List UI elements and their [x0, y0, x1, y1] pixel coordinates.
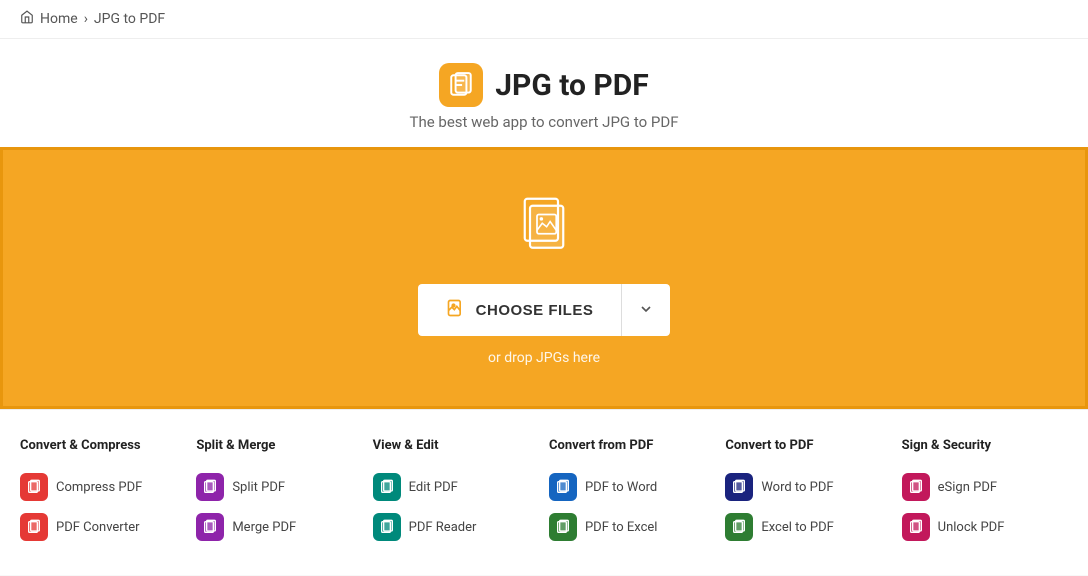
tool-label-3-1: PDF to Excel	[585, 520, 657, 535]
tool-item-1-1[interactable]: Merge PDF	[196, 507, 362, 547]
hero-subtitle: The best web app to convert JPG to PDF	[20, 113, 1068, 131]
tool-icon-4-0	[725, 473, 753, 501]
tool-item-3-0[interactable]: PDF to Word	[549, 467, 715, 507]
home-icon	[20, 10, 34, 28]
tool-label-5-1: Unlock PDF	[938, 520, 1005, 535]
tools-column-0: Convert & Compress Compress PDF PDF Conv…	[20, 438, 186, 547]
tool-item-2-0[interactable]: Edit PDF	[373, 467, 539, 507]
tool-item-4-0[interactable]: Word to PDF	[725, 467, 891, 507]
tools-column-1: Split & Merge Split PDF Merge PDF	[196, 438, 362, 547]
upload-icon	[446, 298, 466, 322]
tool-icon-2-0	[373, 473, 401, 501]
tool-item-0-0[interactable]: Compress PDF	[20, 467, 186, 507]
choose-files-button[interactable]: CHOOSE FILES	[418, 284, 622, 336]
breadcrumb-separator: ›	[84, 11, 88, 27]
tool-item-2-1[interactable]: PDF Reader	[373, 507, 539, 547]
tool-icon-3-0	[549, 473, 577, 501]
tool-label-5-0: eSign PDF	[938, 480, 997, 495]
tool-label-1-0: Split PDF	[232, 480, 285, 495]
tool-label-2-0: Edit PDF	[409, 480, 458, 495]
tool-icon-1-1	[196, 513, 224, 541]
dropdown-button[interactable]	[621, 284, 670, 336]
tool-item-5-0[interactable]: eSign PDF	[902, 467, 1068, 507]
tool-icon-0-0	[20, 473, 48, 501]
dropzone[interactable]: CHOOSE FILES or drop JPGs here	[0, 147, 1088, 409]
file-image-icon	[509, 190, 579, 264]
tool-label-0-0: Compress PDF	[56, 480, 142, 495]
tools-column-5: Sign & Security eSign PDF Unlock PDF	[902, 438, 1068, 547]
drop-hint: or drop JPGs here	[488, 350, 600, 366]
tools-column-header-1: Split & Merge	[196, 438, 362, 453]
tool-item-0-1[interactable]: PDF Converter	[20, 507, 186, 547]
tools-column-2: View & Edit Edit PDF PDF Reader	[373, 438, 539, 547]
tool-icon-3-1	[549, 513, 577, 541]
tool-item-3-1[interactable]: PDF to Excel	[549, 507, 715, 547]
tool-icon-5-0	[902, 473, 930, 501]
breadcrumb-home[interactable]: Home	[40, 11, 78, 27]
choose-files-label: CHOOSE FILES	[476, 302, 594, 319]
tools-column-header-2: View & Edit	[373, 438, 539, 453]
breadcrumb-current: JPG to PDF	[94, 11, 165, 27]
page-title: JPG to PDF	[495, 68, 648, 103]
choose-files-row[interactable]: CHOOSE FILES	[418, 284, 671, 336]
tools-column-header-3: Convert from PDF	[549, 438, 715, 453]
chevron-down-icon	[638, 301, 654, 320]
tool-item-4-1[interactable]: Excel to PDF	[725, 507, 891, 547]
tool-label-0-1: PDF Converter	[56, 520, 140, 535]
tools-column-3: Convert from PDF PDF to Word PDF to Exce…	[549, 438, 715, 547]
tools-column-header-0: Convert & Compress	[20, 438, 186, 453]
tools-section: Convert & Compress Compress PDF PDF Conv…	[0, 409, 1088, 575]
tool-label-4-1: Excel to PDF	[761, 520, 833, 535]
tool-item-5-1[interactable]: Unlock PDF	[902, 507, 1068, 547]
tools-column-header-4: Convert to PDF	[725, 438, 891, 453]
tool-icon-5-1	[902, 513, 930, 541]
tool-icon-0-1	[20, 513, 48, 541]
hero-section: JPG to PDF The best web app to convert J…	[0, 39, 1088, 147]
hero-title-row: JPG to PDF	[20, 63, 1068, 107]
tool-label-2-1: PDF Reader	[409, 520, 477, 535]
tool-item-1-0[interactable]: Split PDF	[196, 467, 362, 507]
tool-label-3-0: PDF to Word	[585, 480, 657, 495]
tools-column-4: Convert to PDF Word to PDF Excel to PDF	[725, 438, 891, 547]
app-icon	[439, 63, 483, 107]
tool-label-1-1: Merge PDF	[232, 520, 296, 535]
tool-icon-2-1	[373, 513, 401, 541]
breadcrumb: Home › JPG to PDF	[0, 0, 1088, 39]
tool-icon-1-0	[196, 473, 224, 501]
tools-grid: Convert & Compress Compress PDF PDF Conv…	[20, 438, 1068, 547]
tool-label-4-0: Word to PDF	[761, 480, 833, 495]
tools-column-header-5: Sign & Security	[902, 438, 1068, 453]
tool-icon-4-1	[725, 513, 753, 541]
